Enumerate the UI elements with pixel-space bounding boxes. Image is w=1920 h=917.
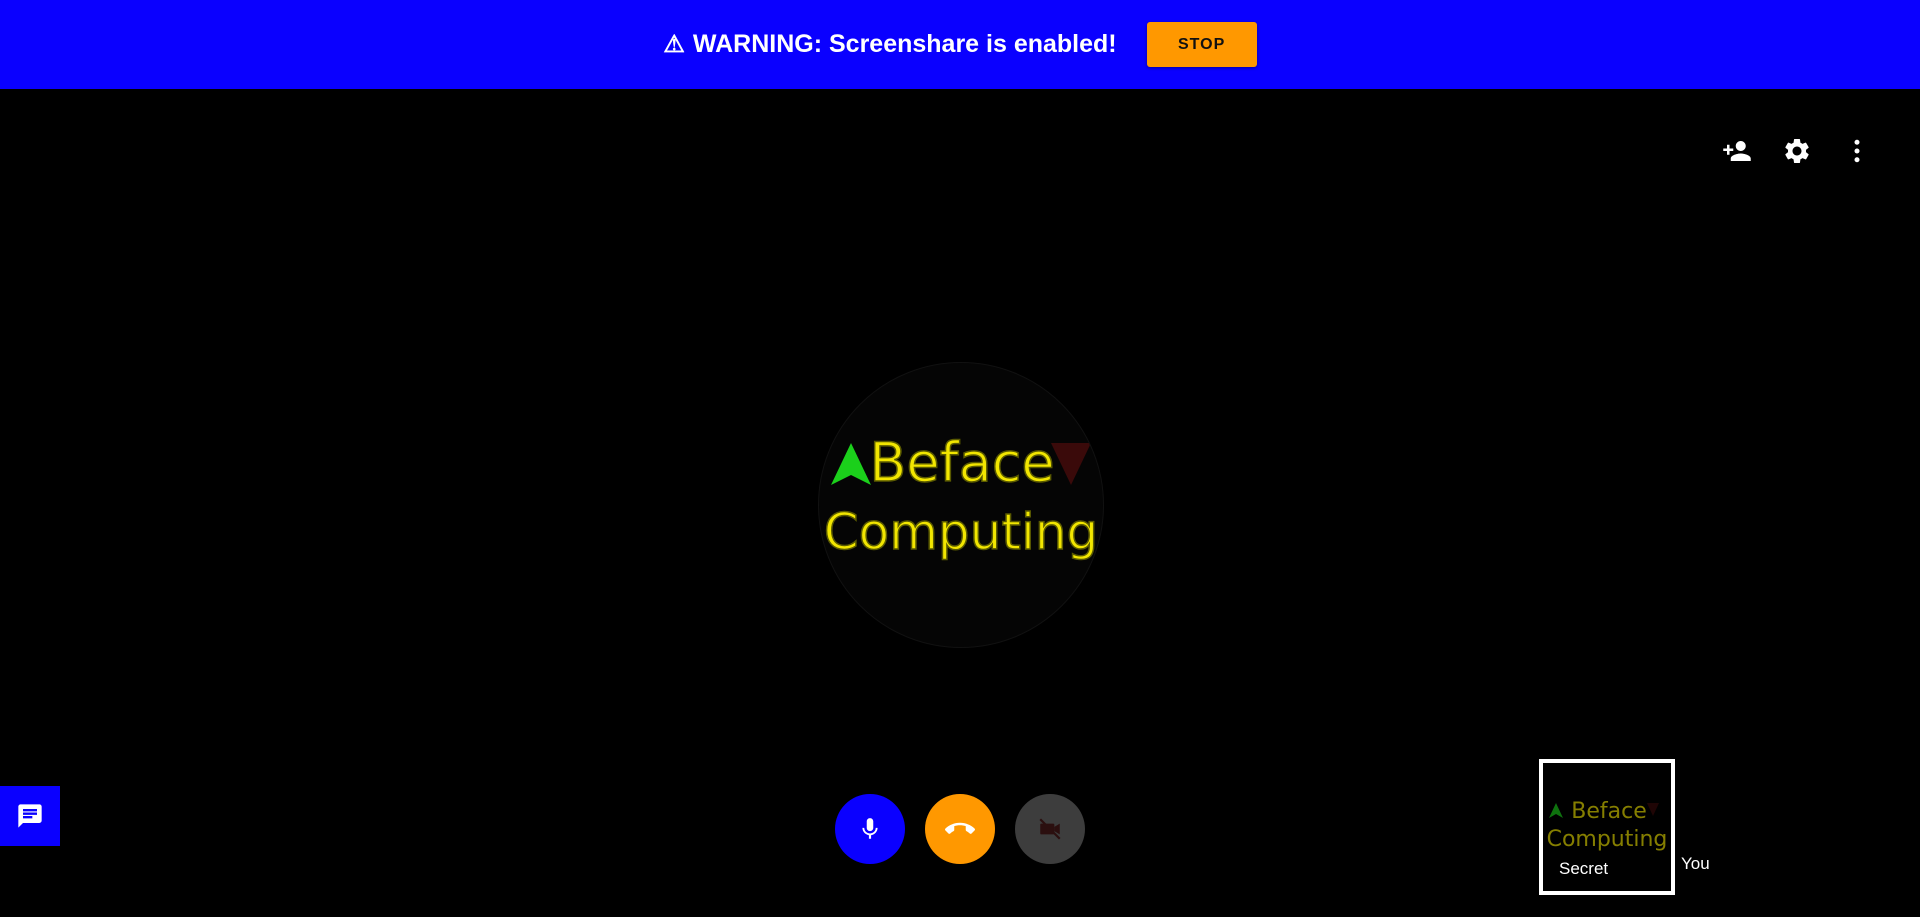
stop-screenshare-button[interactable]: STOP	[1146, 22, 1257, 67]
phone-hangup-icon	[945, 822, 975, 834]
call-controls	[835, 794, 1085, 864]
header-actions	[1722, 136, 1872, 166]
warning-message: ⚠ WARNING: Screenshare is enabled!	[663, 30, 1116, 59]
you-label: You	[1681, 854, 1710, 873]
self-display-name: Secret	[1559, 859, 1609, 878]
more-vertical-icon[interactable]	[1842, 136, 1872, 166]
participant-avatar: Beface Computing	[818, 362, 1104, 648]
self-video-tile[interactable]: Beface Computing Secret	[1539, 759, 1675, 895]
screenshare-warning-banner: ⚠ WARNING: Screenshare is enabled! STOP	[0, 0, 1920, 89]
settings-gear-icon[interactable]	[1782, 136, 1812, 166]
video-off-icon	[1039, 818, 1061, 840]
warning-text: WARNING: Screenshare is enabled!	[692, 30, 1117, 58]
microphone-icon	[862, 818, 878, 839]
beface-computing-logo: Beface Computing	[823, 430, 1099, 562]
mute-microphone-button[interactable]	[835, 794, 905, 864]
logo-line2: Computing	[824, 503, 1099, 561]
chat-icon	[18, 804, 42, 828]
self-logo-line1: Beface	[1571, 799, 1647, 824]
hang-up-button[interactable]	[925, 794, 995, 864]
chat-button[interactable]	[0, 786, 60, 846]
self-view-logo: Beface Computing	[1547, 799, 1668, 852]
warning-icon: ⚠	[663, 31, 685, 58]
toggle-video-button[interactable]	[1015, 794, 1085, 864]
self-logo-line2: Computing	[1547, 827, 1668, 852]
logo-line1: Beface	[869, 431, 1054, 494]
add-person-icon[interactable]	[1722, 136, 1752, 166]
